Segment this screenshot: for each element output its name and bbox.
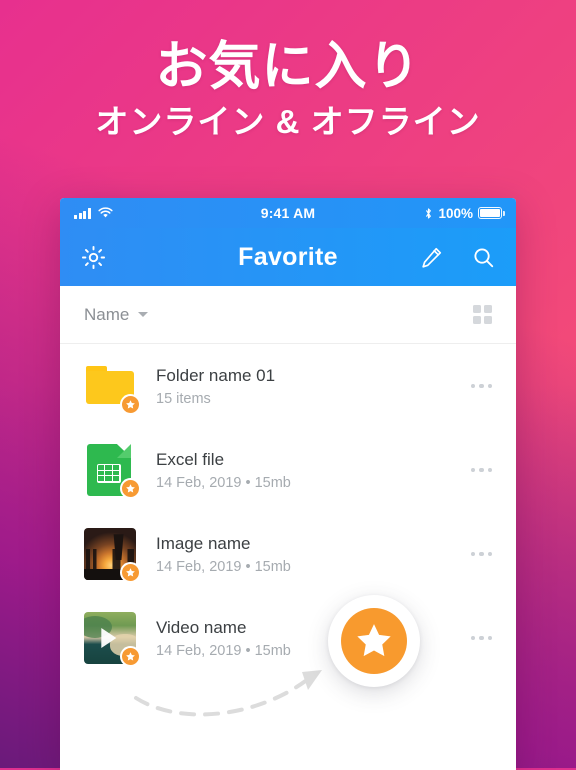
promo-subtitle: オンライン & オフライン [95, 103, 481, 141]
file-thumbnail [84, 360, 141, 415]
file-thumbnail [84, 528, 141, 583]
file-name: Excel file [156, 449, 225, 469]
file-thumbnail [84, 444, 141, 499]
app-header: Favorite [60, 228, 516, 286]
file-meta: 14 Feb, 2019 • 15mb [156, 559, 291, 576]
file-meta: 15 items [156, 391, 211, 408]
sort-bar: Name [60, 286, 516, 344]
favorite-star-badge [120, 478, 141, 499]
battery-full-icon [478, 207, 505, 219]
battery-percent-label: 100% [438, 205, 473, 221]
file-name: Image name [156, 533, 251, 553]
file-info: Folder name 01 15 items [156, 365, 459, 407]
star-icon [357, 624, 391, 657]
favorite-star-badge [120, 394, 141, 415]
app-header-actions [416, 242, 498, 272]
favorite-star-badge [120, 646, 141, 667]
favorite-fab-button[interactable] [328, 595, 420, 687]
file-info: Excel file 14 Feb, 2019 • 15mb [156, 449, 459, 491]
wifi-icon [97, 207, 113, 218]
phone-mockup: 9:41 AM 100% Favorite Name Folder name 0… [60, 198, 516, 770]
file-list: Folder name 01 15 items Excel file 14 Fe… [60, 344, 516, 680]
fab-inner-circle [341, 608, 407, 674]
file-thumbnail [84, 612, 141, 667]
list-item[interactable]: Image name 14 Feb, 2019 • 15mb [60, 512, 516, 596]
file-name: Folder name 01 [156, 365, 276, 385]
file-info: Image name 14 Feb, 2019 • 15mb [156, 533, 459, 575]
more-options-icon[interactable] [470, 635, 492, 641]
list-item[interactable]: Video name 14 Feb, 2019 • 15mb [60, 596, 516, 680]
cellular-signal-icon [74, 208, 91, 219]
file-meta: 14 Feb, 2019 • 15mb [156, 475, 291, 492]
play-icon [101, 628, 117, 648]
status-bar: 9:41 AM 100% [60, 198, 516, 228]
list-item[interactable]: Excel file 14 Feb, 2019 • 15mb [60, 428, 516, 512]
status-bar-left [74, 207, 113, 219]
more-options-icon[interactable] [470, 551, 492, 557]
bluetooth-icon [426, 207, 432, 219]
favorite-star-badge [120, 562, 141, 583]
sort-label[interactable]: Name [84, 305, 129, 325]
list-item[interactable]: Folder name 01 15 items [60, 344, 516, 428]
chevron-down-icon[interactable] [138, 312, 149, 317]
promo-headline-group: お気に入り オンライン & オフライン [0, 38, 576, 142]
promo-title: お気に入り [155, 38, 421, 96]
gear-icon[interactable] [78, 242, 108, 272]
status-bar-right: 100% [424, 205, 505, 221]
pencil-icon[interactable] [416, 242, 446, 272]
grid-view-icon[interactable] [473, 305, 492, 324]
more-options-icon[interactable] [470, 467, 492, 473]
more-options-icon[interactable] [470, 383, 492, 389]
search-icon[interactable] [468, 242, 498, 272]
